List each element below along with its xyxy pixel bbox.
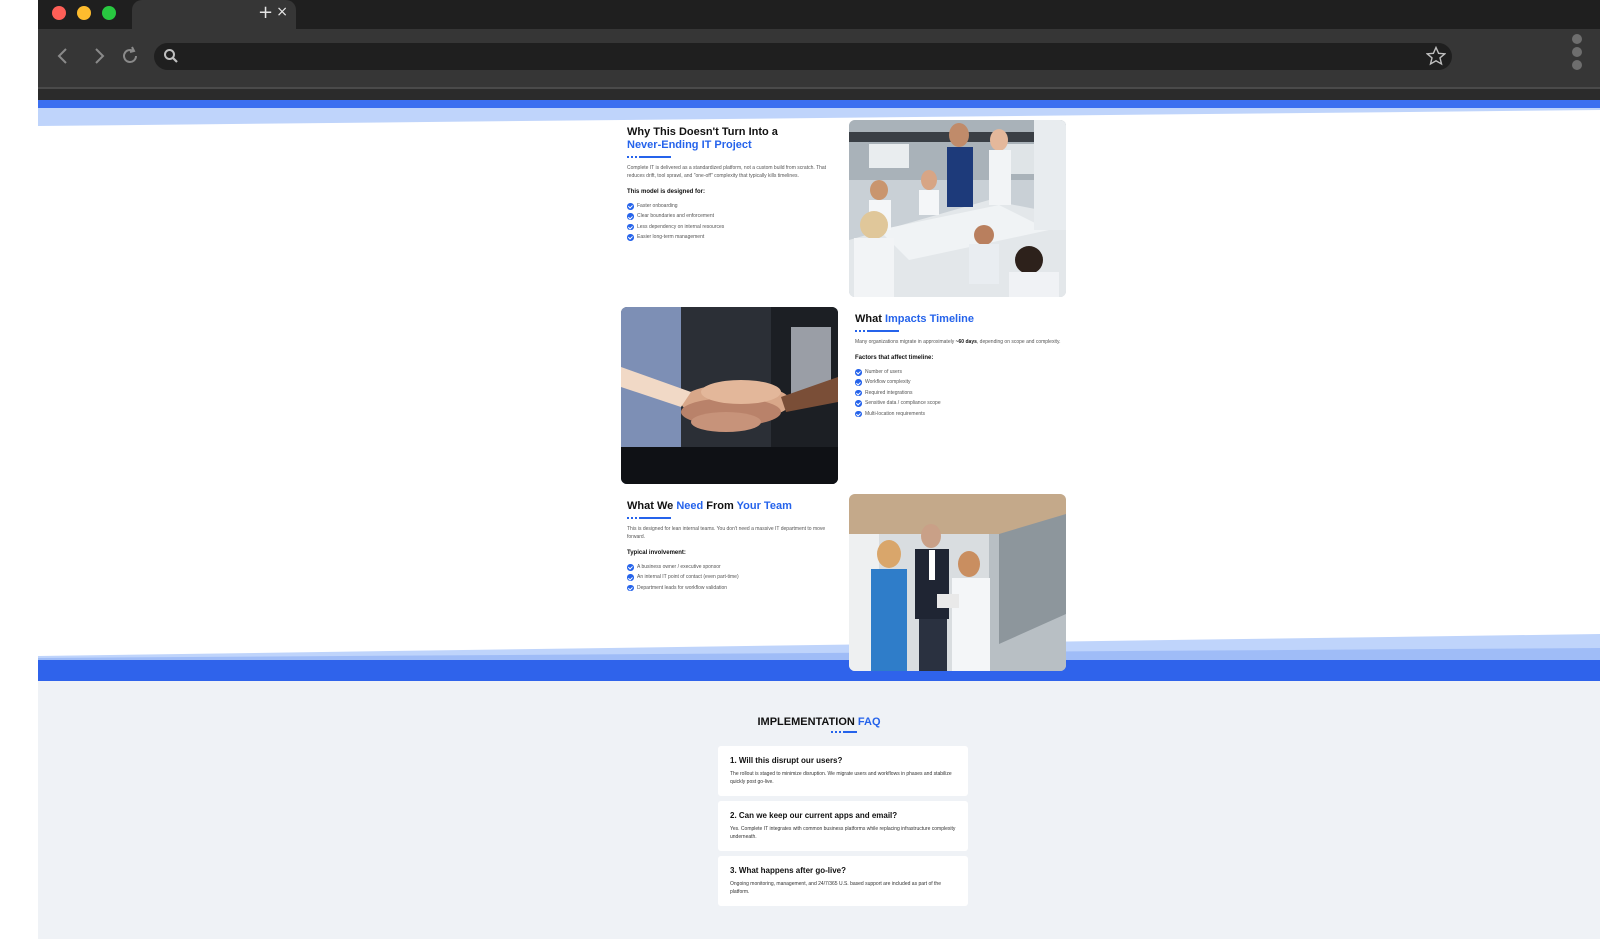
faq-section: IMPLEMENTATION FAQ 1. Will this disrupt … xyxy=(38,681,1600,939)
meeting-photo xyxy=(849,120,1066,297)
back-arrow-icon[interactable] xyxy=(56,45,70,67)
minimize-window-button[interactable] xyxy=(77,6,91,20)
star-icon[interactable] xyxy=(1426,46,1446,66)
faq-answer: Ongoing monitoring, management, and 24/7… xyxy=(730,881,941,895)
faq-item[interactable]: 2. Can we keep our current apps and emai… xyxy=(718,801,968,851)
page-content: Why This Doesn't Turn Into a Never-Endin… xyxy=(38,100,1600,939)
list-item: Multi-location requirements xyxy=(855,409,1065,419)
faq-question: 1. Will this disrupt our users? xyxy=(730,756,843,765)
list-item: Less dependency on internal resources xyxy=(627,222,837,232)
faq-item[interactable]: 3. What happens after go-live? Ongoing m… xyxy=(718,856,968,906)
faq-title: IMPLEMENTATION FAQ xyxy=(757,716,881,728)
tab-close-button[interactable]: × xyxy=(276,4,288,20)
address-bar[interactable] xyxy=(154,43,1452,70)
reload-icon[interactable] xyxy=(120,45,140,67)
tab-bar: × + xyxy=(38,0,1600,29)
check-icon xyxy=(855,410,862,418)
section-never-ending: Why This Doesn't Turn Into a Never-Endin… xyxy=(627,126,837,243)
list-item: Workflow complexity xyxy=(855,377,1065,387)
title-text: Why This Doesn't Turn Into a xyxy=(627,126,778,138)
faq-item[interactable]: 1. Will this disrupt our users? The roll… xyxy=(718,746,968,796)
team-hands-photo xyxy=(621,307,838,484)
section-paragraph: Complete IT is delivered as a standardiz… xyxy=(627,165,827,179)
menu-dots-icon[interactable] xyxy=(1572,34,1584,73)
faq-answer: The rollout is staged to minimize disrup… xyxy=(730,771,952,785)
check-icon xyxy=(855,379,862,386)
check-icon xyxy=(627,574,634,581)
title-highlight: Need xyxy=(676,500,704,512)
list-item: Department leads for workflow validation xyxy=(627,583,837,593)
check-icon xyxy=(855,369,862,376)
list-item: Sensitive data / compliance scope xyxy=(855,398,1065,408)
browser-window: × + Why This Doesn't Turn Into a Never-E… xyxy=(38,0,1600,939)
section-title: What We Need From Your Team xyxy=(627,500,837,513)
list-item: Faster onboarding xyxy=(627,201,837,211)
check-icon xyxy=(855,389,862,397)
title-underline xyxy=(855,330,901,333)
section-impacts-timeline: What Impacts Timeline Many organizations… xyxy=(855,313,1065,419)
title-text: From xyxy=(706,500,734,512)
faq-question: 2. Can we keep our current apps and emai… xyxy=(730,811,898,820)
maximize-window-button[interactable] xyxy=(102,6,116,20)
faq-title-underline xyxy=(831,731,857,733)
check-list: Faster onboarding Clear boundaries and e… xyxy=(627,201,837,243)
toolbar-divider xyxy=(38,89,1600,100)
title-underline xyxy=(627,156,673,159)
check-icon xyxy=(627,564,634,571)
section-subheading: This model is designed for: xyxy=(627,189,706,195)
check-icon xyxy=(627,213,634,220)
close-window-button[interactable] xyxy=(52,6,66,20)
section-subheading: Typical involvement: xyxy=(627,550,686,556)
title-underline xyxy=(627,517,673,520)
new-tab-button[interactable]: + xyxy=(258,2,273,23)
check-icon xyxy=(627,203,634,210)
title-highlight: Impacts Timeline xyxy=(884,313,975,325)
check-icon xyxy=(627,584,634,592)
title-text: What xyxy=(855,313,882,325)
section-subheading: Factors that affect timeline: xyxy=(855,355,934,361)
check-list: A business owner / executive sponsor An … xyxy=(627,562,837,593)
list-item: Clear boundaries and enforcement xyxy=(627,211,837,221)
list-item: Number of users xyxy=(855,367,1065,377)
title-highlight: Never-Ending IT Project xyxy=(627,139,752,151)
check-list: Number of users Workflow complexity Requ… xyxy=(855,367,1065,419)
faq-answer: Yes. Complete IT integrates with common … xyxy=(730,826,956,840)
section-paragraph: Many organizations migrate in approximat… xyxy=(855,339,1061,345)
check-icon xyxy=(627,234,634,241)
section-title: What Impacts Timeline xyxy=(855,313,1065,326)
title-text: What We xyxy=(627,500,674,512)
section-paragraph: This is designed for lean internal teams… xyxy=(627,526,826,540)
list-item: Easier long-term management xyxy=(627,232,837,242)
list-item: Required integrations xyxy=(855,388,1065,398)
check-icon xyxy=(855,400,862,407)
search-icon xyxy=(164,49,178,63)
title-highlight: Your Team xyxy=(736,500,792,512)
faq-question: 3. What happens after go-live? xyxy=(730,866,847,875)
section-need-from-team: What We Need From Your Team This is desi… xyxy=(627,500,837,593)
list-item: An internal IT point of contact (even pa… xyxy=(627,572,837,582)
section-title: Why This Doesn't Turn Into a Never-Endin… xyxy=(627,126,837,152)
check-icon xyxy=(627,223,634,231)
list-item: A business owner / executive sponsor xyxy=(627,562,837,572)
medical-team-photo xyxy=(849,494,1066,671)
forward-arrow-icon[interactable] xyxy=(92,45,106,67)
